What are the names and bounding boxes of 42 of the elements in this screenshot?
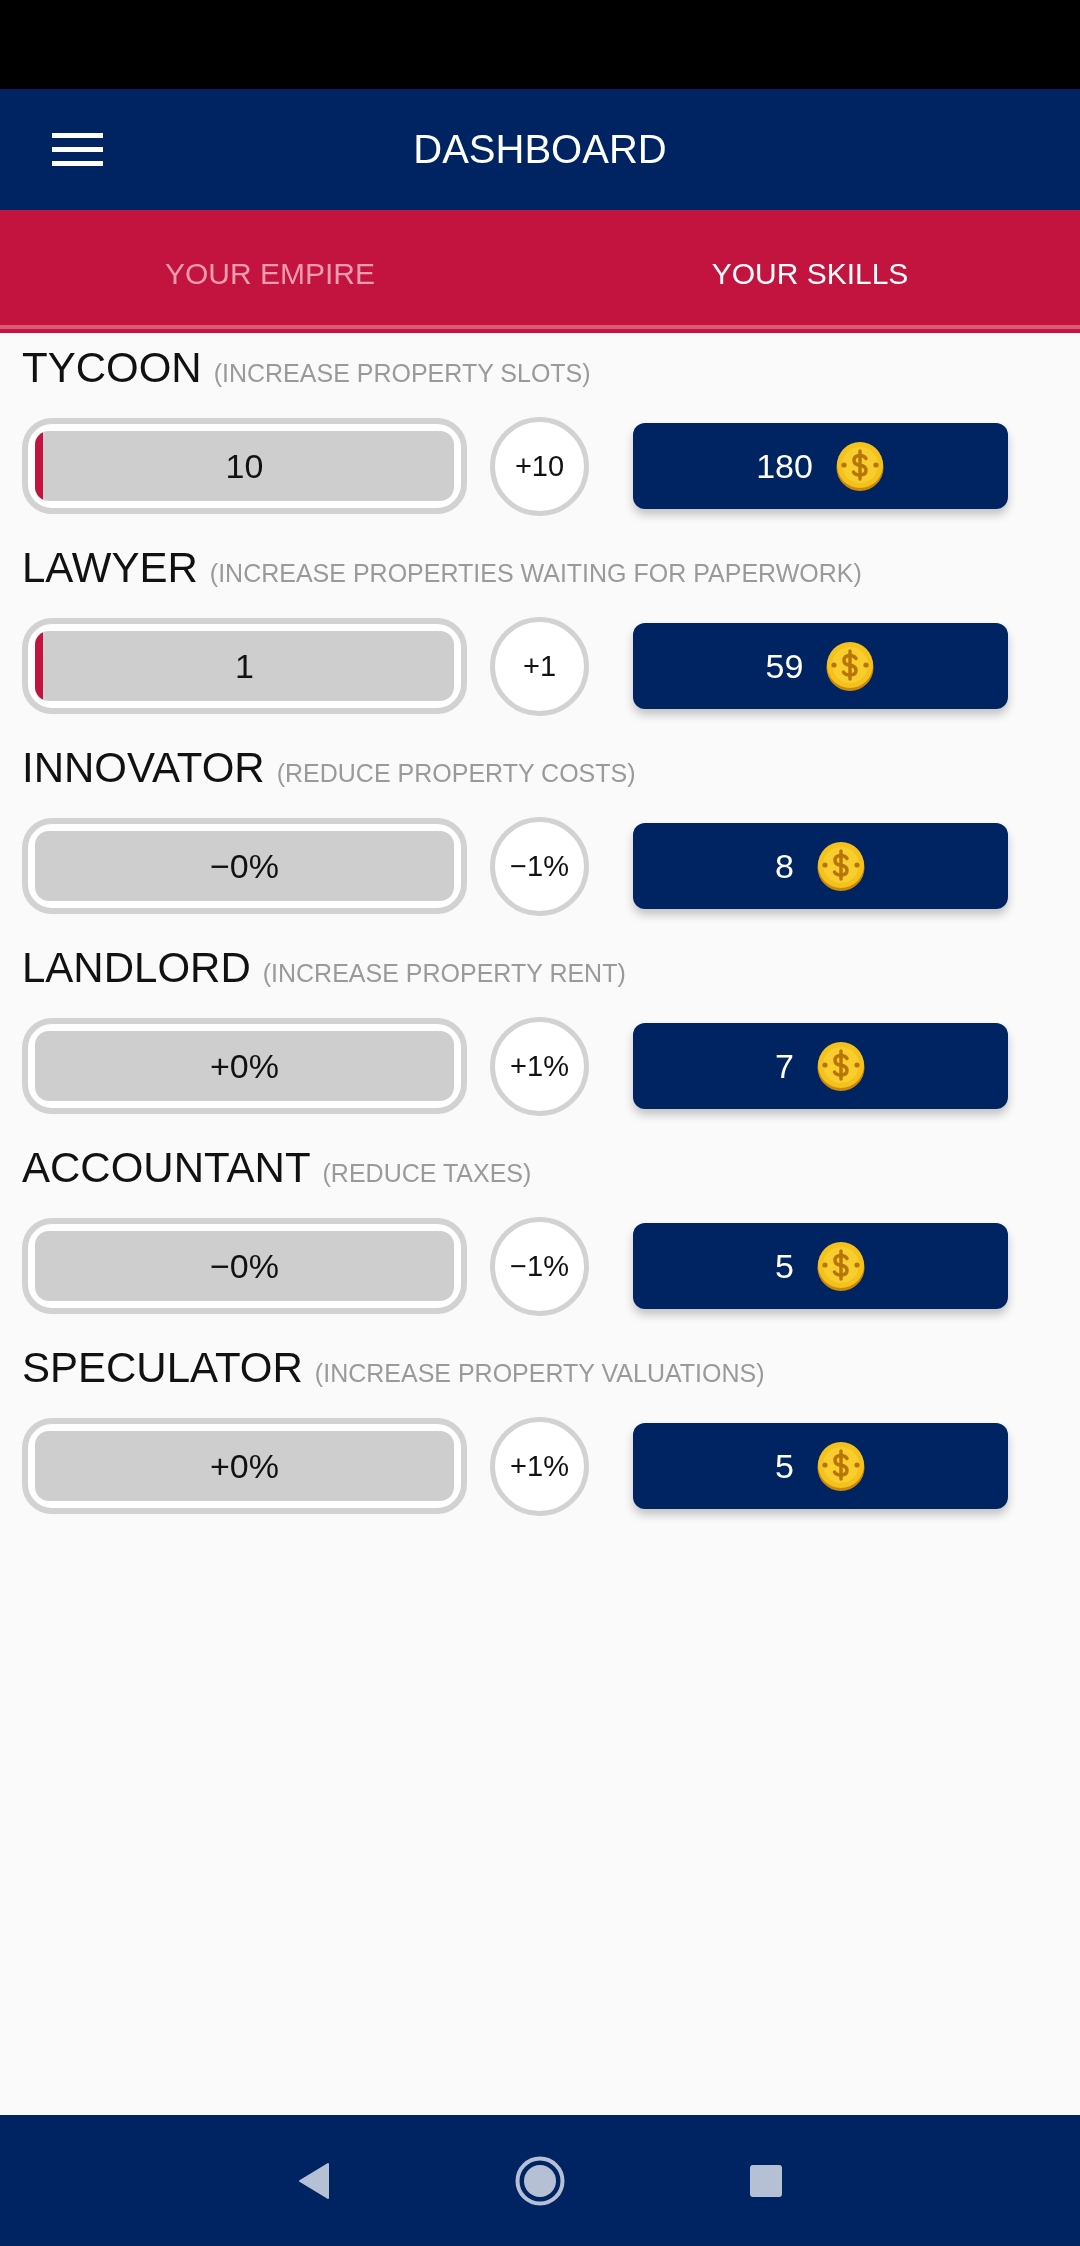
skill-description: (REDUCE TAXES) [322,1159,532,1188]
level-value: −0% [210,1246,279,1286]
upgrade-cost-button[interactable]: 7 [633,1023,1008,1109]
coin-icon [825,641,876,691]
skill-name: LAWYER [22,543,198,593]
coin-icon [815,841,866,891]
upgrade-cost-button[interactable]: 5 [633,1423,1008,1509]
skill-name: ACCOUNTANT [22,1143,311,1193]
level-value: 1 [235,646,254,686]
increment-circle: −1% [490,1216,589,1316]
increment-circle: +1 [490,616,589,716]
home-icon[interactable] [515,2155,565,2206]
skill-description: (INCREASE PROPERTY RENT) [262,959,626,988]
upgrade-cost-button[interactable]: 5 [633,1223,1008,1309]
coin-icon [815,1441,866,1491]
skill-description: (INCREASE PROPERTIES WAITING FOR PAPERWORK) [209,559,862,588]
app-title: DASHBOARD [413,127,667,172]
level-value: +0% [210,1446,279,1486]
skill-name: INNOVATOR [22,743,265,793]
coin-icon [815,1041,866,1091]
skill-name: TYCOON [22,343,202,393]
level-value: +0% [210,1046,279,1086]
menu-icon[interactable] [52,133,103,166]
level-value: 10 [225,446,264,486]
increment-circle: +1% [490,1016,589,1116]
skill-description: (INCREASE PROPERTY VALUATIONS) [314,1359,765,1388]
skill-description: (REDUCE PROPERTY COSTS) [276,759,636,788]
skill-description: (INCREASE PROPERTY SLOTS) [213,359,591,388]
level-value: −0% [210,846,279,886]
back-icon[interactable] [298,2161,330,2200]
skill-name: LANDLORD [22,943,251,993]
recents-icon[interactable] [750,2164,782,2197]
upgrade-cost-button[interactable]: 8 [633,823,1008,909]
upgrade-cost-button[interactable]: 59 [633,623,1008,709]
tab[interactable]: YOUR SKILLS [540,210,1080,325]
increment-circle: −1% [490,816,589,916]
increment-circle: +1% [490,1416,589,1516]
increment-circle: +10 [490,416,589,516]
skill-name: SPECULATOR [22,1343,303,1393]
upgrade-cost-button[interactable]: 180 [633,423,1008,509]
coin-icon [834,441,885,491]
coin-icon [815,1241,866,1291]
